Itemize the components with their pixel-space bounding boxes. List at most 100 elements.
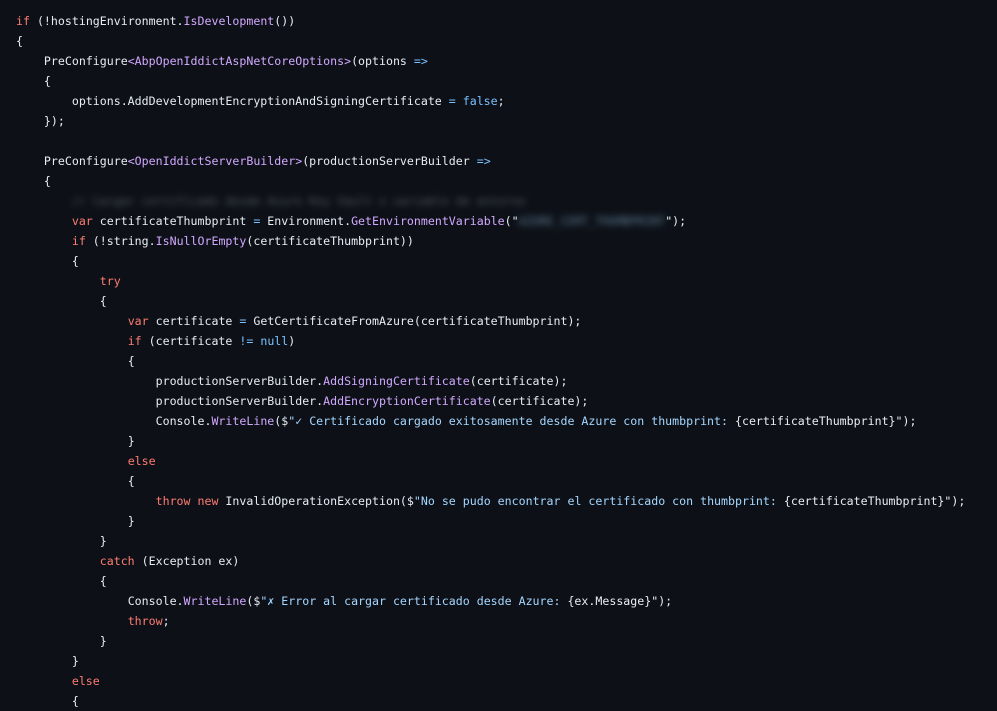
operator: =: [448, 94, 456, 108]
code-editor[interactable]: if (!hostingEnvironment.IsDevelopment())…: [0, 0, 997, 711]
code-line: {: [16, 31, 965, 51]
brace: {: [71, 694, 79, 708]
semicolon: ;: [497, 94, 505, 108]
brace: }: [99, 634, 107, 648]
keyword: var: [71, 214, 93, 228]
code-text: (!hostingEnvironment.: [36, 14, 184, 28]
keyword: try: [99, 274, 121, 288]
generic-type: <AbpOpenIddictAspNetCoreOptions>: [127, 54, 352, 68]
code-line: productionServerBuilder.AddEncryptionCer…: [16, 391, 965, 411]
brace: {: [99, 294, 107, 308]
interpolation: {certificateThumbprint}: [734, 414, 896, 428]
code-text: ()): [274, 14, 296, 28]
code-text: (Exception ex): [134, 554, 240, 568]
brace: {: [71, 254, 79, 268]
code-text: options.AddDevelopmentEncryptionAndSigni…: [71, 94, 449, 108]
code-line: else: [16, 451, 965, 471]
code-line: var certificate = GetCertificateFromAzur…: [16, 311, 965, 331]
code-text: (certificate);: [469, 374, 568, 388]
interpolation: {ex.Message}: [567, 594, 652, 608]
string-literal: "✓ Certificado cargado exitosamente desd…: [288, 414, 735, 428]
code-text: (options: [351, 54, 414, 68]
brace: {: [43, 174, 51, 188]
code-line: if (!hostingEnvironment.IsDevelopment()): [16, 11, 965, 31]
code-line: throw;: [16, 611, 965, 631]
brace: }: [127, 434, 135, 448]
code-line: options.AddDevelopmentEncryptionAndSigni…: [16, 91, 965, 111]
brace: {: [16, 34, 23, 48]
code-text: ): [288, 334, 296, 348]
code-text: Console.: [127, 594, 184, 608]
keyword: if: [71, 234, 86, 248]
code-text: (!string.: [85, 234, 156, 248]
operator: !=: [239, 334, 254, 348]
keyword: if: [16, 14, 30, 28]
brace: }: [127, 514, 135, 528]
string-literal: "No se pudo encontrar el certificado con…: [413, 494, 784, 508]
code-text: Console.: [155, 414, 212, 428]
brace: }: [71, 654, 79, 668]
lambda-operator: =>: [413, 54, 428, 68]
code-line: {: [16, 471, 965, 491]
redacted-string: AZURE_CERT_THUMBPRINT: [518, 214, 666, 228]
code-line: {: [16, 691, 965, 711]
code-line: }: [16, 531, 965, 551]
method-name: AddSigningCertificate: [323, 374, 470, 388]
keyword: throw: [127, 614, 163, 628]
code-text: (productionServerBuilder: [302, 154, 477, 168]
code-line: }: [16, 631, 965, 651]
code-line: {: [16, 291, 965, 311]
code-line: if (!string.IsNullOrEmpty(certificateThu…: [16, 231, 965, 251]
code-line: var certificateThumbprint = Environment.…: [16, 211, 965, 231]
code-line: catch (Exception ex): [16, 551, 965, 571]
code-text: certificate: [148, 314, 240, 328]
code-text: (certificate);: [490, 394, 589, 408]
method-name: IsDevelopment: [183, 14, 275, 28]
code-text: (": [504, 214, 519, 228]
code-text: ");: [895, 414, 917, 428]
keyword: else: [127, 454, 156, 468]
method-name: WriteLine: [211, 414, 275, 428]
code-text: InvalidOperationException($: [218, 494, 414, 508]
code-line: Console.WriteLine($"✓ Certificado cargad…: [16, 411, 965, 431]
code-line: throw new InvalidOperationException($"No…: [16, 491, 966, 511]
keyword: if: [127, 334, 142, 348]
code-text: ($: [274, 414, 289, 428]
code-block[interactable]: if (!hostingEnvironment.IsDevelopment())…: [16, 11, 965, 711]
generic-type: <OpenIddictServerBuilder>: [127, 154, 303, 168]
code-text: ");: [651, 594, 673, 608]
code-line: productionServerBuilder.AddSigningCertif…: [16, 371, 965, 391]
code-line: }: [16, 431, 965, 451]
code-line: Console.WriteLine($"✗ Error al cargar ce…: [16, 591, 965, 611]
code-line: {: [16, 171, 965, 191]
brace: {: [99, 574, 107, 588]
code-line: {: [16, 71, 965, 91]
code-text: ");: [944, 494, 966, 508]
method-name: WriteLine: [183, 594, 247, 608]
method-name: AddEncryptionCertificate: [323, 394, 491, 408]
redacted-comment: // Cargar certificado desde Azure Key Va…: [71, 194, 526, 208]
code-line: {: [16, 351, 965, 371]
keyword: else: [71, 674, 100, 688]
code-line: }: [16, 511, 965, 531]
interpolation: {certificateThumbprint}: [783, 494, 945, 508]
brace: {: [43, 74, 51, 88]
code-text: productionServerBuilder.: [155, 374, 324, 388]
keyword: catch: [99, 554, 135, 568]
code-text: GetCertificateFromAzure(certificateThumb…: [246, 314, 582, 328]
semicolon: ;: [162, 614, 170, 628]
literal-false: false: [462, 94, 498, 108]
brace: });: [43, 114, 65, 128]
brace: {: [127, 474, 135, 488]
code-line: });: [16, 111, 965, 131]
code-text: certificateThumbprint: [92, 214, 254, 228]
code-text: productionServerBuilder.: [155, 394, 324, 408]
code-text: (certificate: [141, 334, 240, 348]
literal-null: null: [260, 334, 289, 348]
brace: {: [127, 354, 135, 368]
code-line: try: [16, 271, 965, 291]
method-name: PreConfigure: [43, 154, 128, 168]
method-name: GetEnvironmentVariable: [351, 214, 505, 228]
keyword: var: [127, 314, 149, 328]
